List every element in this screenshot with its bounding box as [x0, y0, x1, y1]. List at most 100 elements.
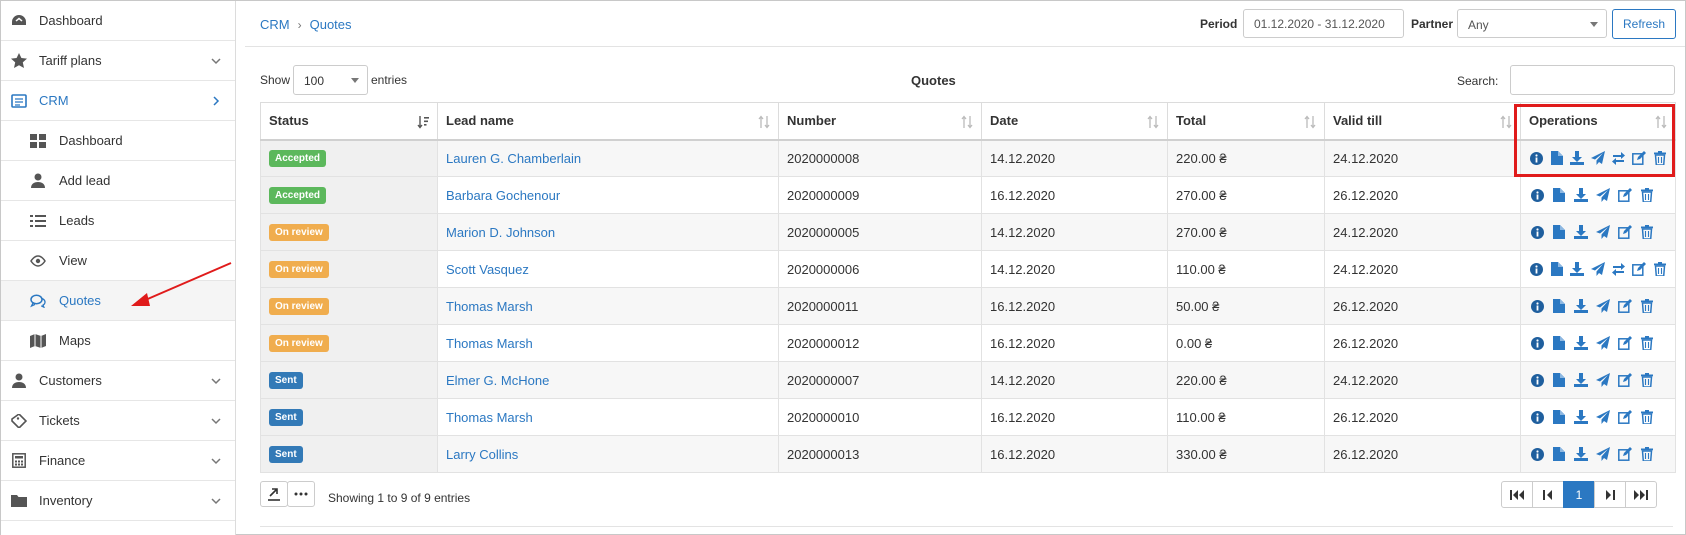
sidebar-item-customers[interactable]: Customers — [1, 361, 235, 401]
sidebar-item-crm-dashboard[interactable]: Dashboard — [1, 121, 235, 161]
convert-button[interactable] — [1611, 261, 1626, 277]
table-row: On review Scott Vasquez 2020000006 14.12.20… — [260, 250, 1676, 288]
view-document-button[interactable] — [1551, 298, 1567, 314]
info-button[interactable] — [1529, 335, 1545, 351]
download-button[interactable] — [1573, 372, 1589, 388]
sidebar-item-dashboard[interactable]: Dashboard — [1, 1, 235, 41]
delete-button[interactable] — [1653, 261, 1668, 277]
info-button[interactable] — [1529, 409, 1545, 425]
delete-button[interactable] — [1653, 150, 1668, 166]
last-page-button[interactable] — [1625, 481, 1657, 508]
page-size-select[interactable]: 100 — [293, 65, 368, 95]
sidebar-item-crm[interactable]: CRM — [1, 81, 235, 121]
view-document-button[interactable] — [1550, 261, 1565, 277]
delete-button[interactable] — [1639, 224, 1655, 240]
lead-name-link[interactable]: Thomas Marsh — [446, 336, 533, 351]
view-document-button[interactable] — [1551, 372, 1567, 388]
download-button[interactable] — [1573, 224, 1589, 240]
send-button[interactable] — [1590, 150, 1606, 166]
download-button[interactable] — [1573, 409, 1589, 425]
page-button-current[interactable]: 1 — [1563, 481, 1595, 508]
lead-name-link[interactable]: Marion D. Johnson — [446, 225, 555, 240]
view-document-button[interactable] — [1551, 224, 1567, 240]
column-header-total[interactable]: Total — [1167, 102, 1325, 141]
lead-name-link[interactable]: Lauren G. Chamberlain — [446, 151, 581, 166]
sidebar-item-inventory[interactable]: Inventory — [1, 481, 235, 521]
info-button[interactable] — [1529, 150, 1544, 166]
sidebar-item-maps[interactable]: Maps — [1, 321, 235, 361]
edit-button[interactable] — [1617, 187, 1633, 203]
view-document-button[interactable] — [1551, 446, 1567, 462]
column-header-status[interactable]: Status — [260, 102, 438, 141]
column-header-operations[interactable]: Operations — [1520, 102, 1676, 141]
previous-page-button[interactable] — [1532, 481, 1564, 508]
edit-button[interactable] — [1617, 335, 1633, 351]
edit-button[interactable] — [1632, 150, 1647, 166]
send-button[interactable] — [1595, 372, 1611, 388]
info-button[interactable] — [1529, 298, 1545, 314]
send-button[interactable] — [1595, 446, 1611, 462]
download-button[interactable] — [1570, 150, 1585, 166]
send-button[interactable] — [1595, 335, 1611, 351]
sidebar-item-view[interactable]: View — [1, 241, 235, 281]
edit-button[interactable] — [1617, 446, 1633, 462]
download-button[interactable] — [1573, 187, 1589, 203]
info-button[interactable] — [1529, 446, 1545, 462]
view-document-button[interactable] — [1551, 187, 1567, 203]
refresh-button[interactable]: Refresh — [1612, 9, 1676, 39]
download-button[interactable] — [1573, 446, 1589, 462]
view-document-button[interactable] — [1551, 335, 1567, 351]
send-button[interactable] — [1595, 409, 1611, 425]
send-button[interactable] — [1595, 298, 1611, 314]
send-button[interactable] — [1595, 224, 1611, 240]
edit-button[interactable] — [1632, 261, 1647, 277]
export-button[interactable] — [260, 481, 288, 507]
download-button[interactable] — [1570, 261, 1585, 277]
edit-button[interactable] — [1617, 298, 1633, 314]
lead-name-link[interactable]: Barbara Gochenour — [446, 188, 560, 203]
convert-button[interactable] — [1611, 150, 1626, 166]
column-header-valid-till[interactable]: Valid till — [1324, 102, 1521, 141]
breadcrumb-crm-link[interactable]: CRM — [260, 17, 290, 32]
edit-button[interactable] — [1617, 409, 1633, 425]
next-page-button[interactable] — [1594, 481, 1626, 508]
send-button[interactable] — [1590, 261, 1606, 277]
column-header-date[interactable]: Date — [981, 102, 1168, 141]
first-page-button[interactable] — [1501, 481, 1533, 508]
partner-select[interactable]: Any — [1457, 9, 1607, 38]
view-document-button[interactable] — [1550, 150, 1565, 166]
info-button[interactable] — [1529, 372, 1545, 388]
lead-name-link[interactable]: Thomas Marsh — [446, 410, 533, 425]
sidebar-item-tariff-plans[interactable]: Tariff plans — [1, 41, 235, 81]
edit-button[interactable] — [1617, 372, 1633, 388]
column-header-number[interactable]: Number — [778, 102, 982, 141]
lead-name-link[interactable]: Scott Vasquez — [446, 262, 529, 277]
edit-button[interactable] — [1617, 224, 1633, 240]
more-options-button[interactable] — [287, 481, 315, 507]
info-button[interactable] — [1529, 224, 1545, 240]
lead-name-link[interactable]: Larry Collins — [446, 447, 518, 462]
delete-button[interactable] — [1639, 446, 1655, 462]
sidebar-item-leads[interactable]: Leads — [1, 201, 235, 241]
sidebar-item-add-lead[interactable]: Add lead — [1, 161, 235, 201]
download-button[interactable] — [1573, 298, 1589, 314]
info-button[interactable] — [1529, 187, 1545, 203]
info-button[interactable] — [1529, 261, 1544, 277]
download-button[interactable] — [1573, 335, 1589, 351]
period-input[interactable]: 01.12.2020 - 31.12.2020 — [1243, 9, 1404, 38]
delete-button[interactable] — [1639, 335, 1655, 351]
view-document-button[interactable] — [1551, 409, 1567, 425]
sidebar-item-quotes[interactable]: Quotes — [1, 281, 235, 321]
delete-button[interactable] — [1639, 409, 1655, 425]
delete-button[interactable] — [1639, 372, 1655, 388]
lead-name-link[interactable]: Elmer G. McHone — [446, 373, 549, 388]
sidebar-item-tickets[interactable]: Tickets — [1, 401, 235, 441]
delete-button[interactable] — [1639, 298, 1655, 314]
search-input[interactable] — [1510, 65, 1675, 95]
column-header-lead-name[interactable]: Lead name — [437, 102, 779, 141]
sidebar-item-finance[interactable]: Finance — [1, 441, 235, 481]
breadcrumb-current[interactable]: Quotes — [310, 17, 352, 32]
delete-button[interactable] — [1639, 187, 1655, 203]
send-button[interactable] — [1595, 187, 1611, 203]
lead-name-link[interactable]: Thomas Marsh — [446, 299, 533, 314]
